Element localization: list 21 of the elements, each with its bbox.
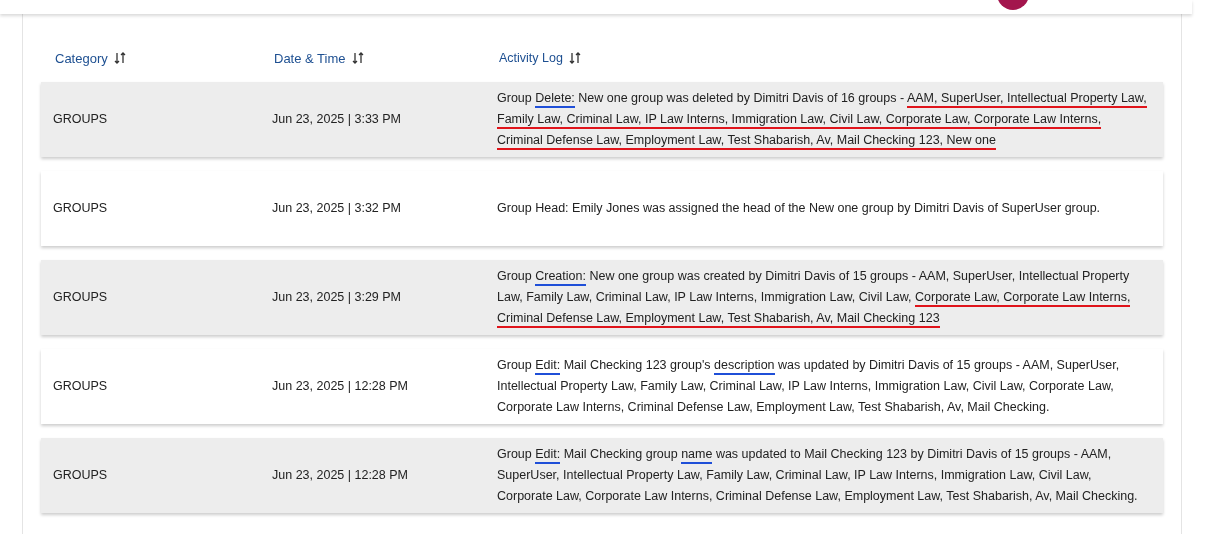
activity-log-cell-text: Group Edit: Mail Checking group name was updated to Mail Checking 123 by Dimitri Davis of 15 groups - AAM, SuperUser, Intellectual Property Law, Family Law, Criminal Law, IP Law Interns, Immigration Law, Civil Law, Corporate Law, Corporate Law Interns, Criminal Defense Law, Employment Law, Test Shabarish, Av, Mail Checking.: [497, 445, 1139, 505]
activity-log-cell-text: Group Head: Emily Jones was assigned the head of the New one group by Dimitri Davis of SuperUser group.: [497, 199, 1102, 217]
category-cell-text: GROUPS: [53, 468, 109, 482]
sort-icon: [568, 52, 581, 64]
category-cell-text: GROUPS: [53, 379, 109, 393]
sort-icon: [351, 52, 364, 64]
column-header[interactable]: Date & Time: [274, 50, 364, 66]
column-header[interactable]: Category: [55, 50, 126, 66]
datetime-cell-text: Jun 23, 2025 | 3:33 PM: [272, 112, 403, 126]
datetime-cell-text: Jun 23, 2025 | 12:28 PM: [272, 468, 409, 482]
activity-log-cell: Group Delete: New one group was deleted by Dimitri Davis of 16 groups - AAM, SuperUser, Intellectual Property Law, Family Law, Criminal Law, IP Law Interns, Immigration Law, Civil Law, Corporate Law, Corporate Law Interns, Criminal Defense Law, Employment Law, Test Shabarish, Av, Mail Checking 123, New one: [497, 87, 1149, 151]
sort-icon: [113, 52, 126, 64]
datetime-cell-text: Jun 23, 2025 | 3:29 PM: [272, 290, 403, 304]
category-cell-text: GROUPS: [53, 112, 109, 126]
category-cell-text: GROUPS: [53, 201, 109, 215]
activity-log-cell-text: Group Edit: Mail Checking 123 group's description was updated by Dimitri Davis of 15 groups - AAM, SuperUser, Intellectual Property Law, Family Law, Criminal Law, IP Law Interns, Immigration Law, Civil Law, Corporate Law, Corporate Law Interns, Criminal Defense Law, Employment Law, Test Shabarish, Av, Mail Checking.: [497, 356, 1121, 416]
datetime-cell-text: Jun 23, 2025 | 12:28 PM: [272, 379, 409, 393]
datetime-cell-text: Jun 23, 2025 | 3:32 PM: [272, 201, 403, 215]
column-header[interactable]: Activity Log: [499, 47, 581, 69]
category-cell-text: GROUPS: [53, 290, 109, 304]
activity-log-cell: Group Creation: New one group was created by Dimitri Davis of 15 groups - AAM, SuperUser, Intellectual Property Law, Family Law, Criminal Law, IP Law Interns, Immigration Law, Civil Law, Corporate Law, Corporate Law Interns, Criminal Defense Law, Employment Law, Test Shabarish, Av, Mail Checking 123: [497, 265, 1149, 329]
